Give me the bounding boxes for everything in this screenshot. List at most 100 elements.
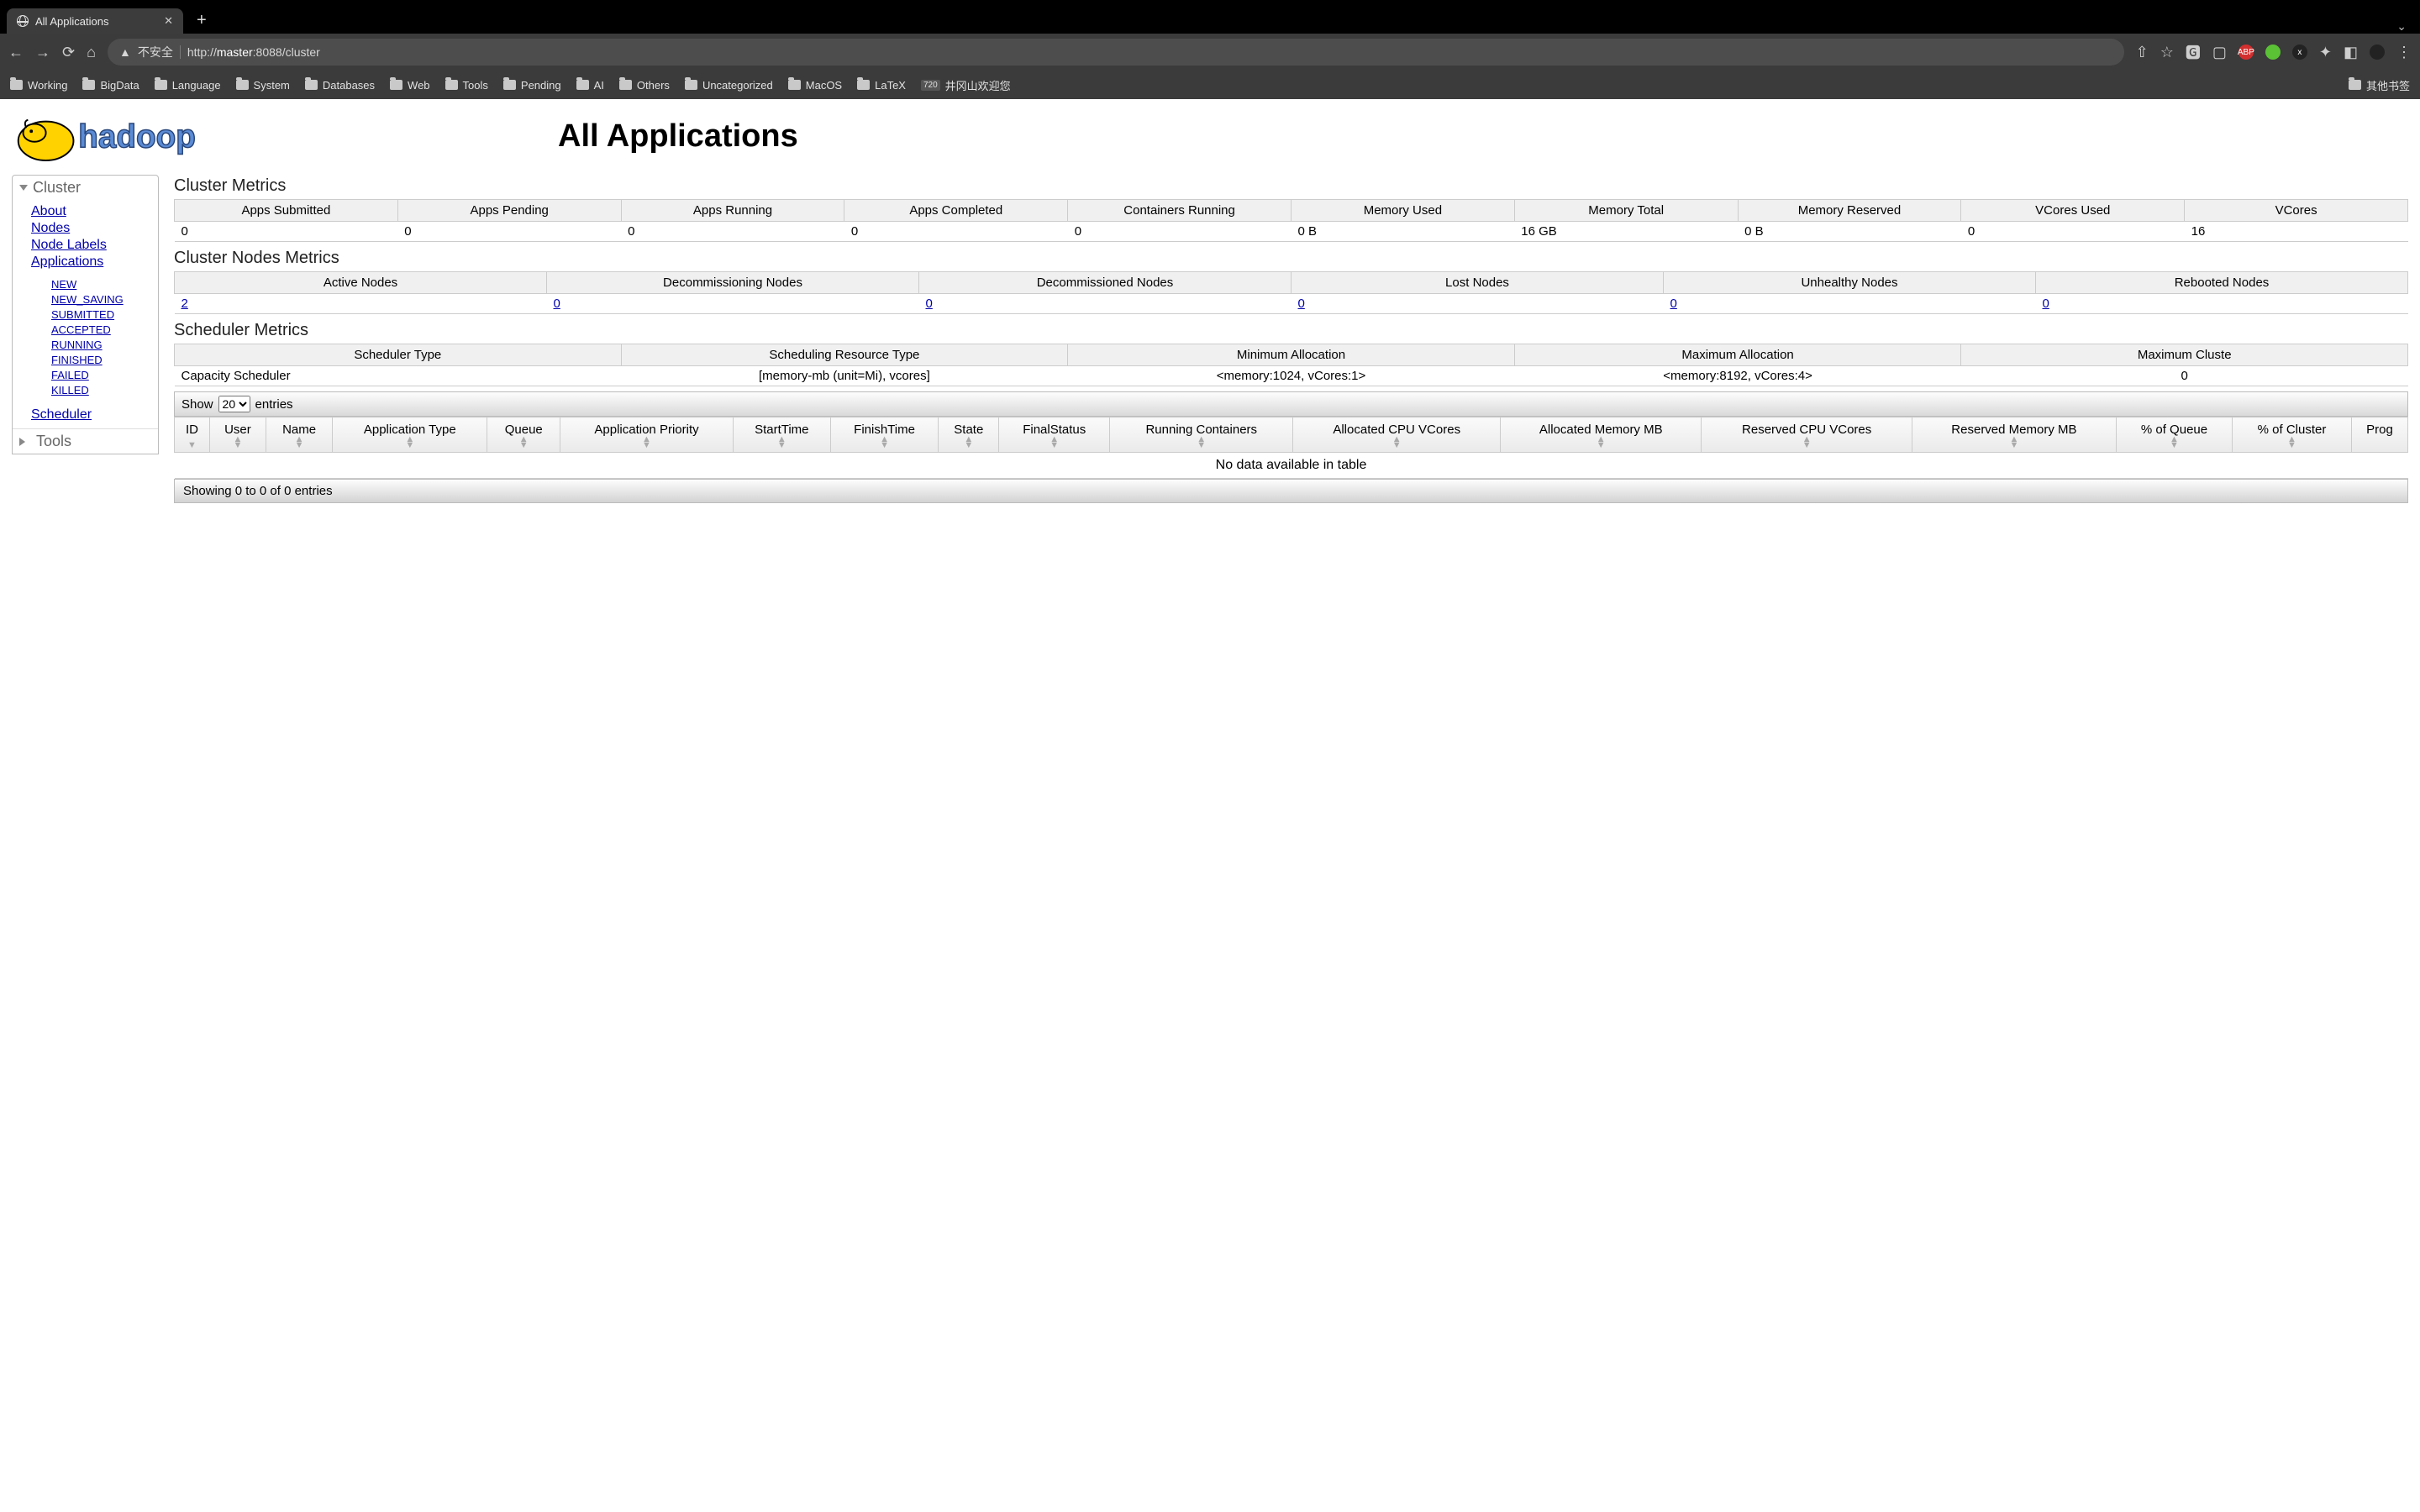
tabs-dropdown-icon[interactable]: ⌄ [2396,19,2407,34]
bookmark-uncategorized[interactable]: Uncategorized [685,79,773,92]
bookmark-latex[interactable]: LaTeX [857,79,906,92]
bookmark-star-icon[interactable]: ☆ [2160,44,2174,61]
th-apps-running[interactable]: Apps Running [621,200,844,222]
th-scheduler-type[interactable]: Scheduler Type [175,344,622,366]
folder-icon [390,80,402,90]
sidebar-appstate-finished[interactable]: FINISHED [51,353,156,368]
page-size-select[interactable]: 20 [218,396,250,412]
th-active-nodes[interactable]: Active Nodes [175,272,547,294]
th-memory-total[interactable]: Memory Total [1514,200,1738,222]
sidebar-appstate-new[interactable]: NEW [51,277,156,292]
th-rebooted-nodes[interactable]: Rebooted Nodes [2036,272,2408,294]
th-memory-reserved[interactable]: Memory Reserved [1738,200,1961,222]
th-apps-submitted[interactable]: Apps Submitted [175,200,398,222]
th-starttime[interactable]: StartTime▲▼ [733,417,830,453]
scheduler-metrics-heading: Scheduler Metrics [174,321,2408,340]
lost-nodes-link[interactable]: 0 [1298,297,1305,311]
sidebar-link-nodelabels[interactable]: Node Labels [31,237,156,254]
reload-button[interactable]: ⟳ [62,44,75,61]
cell: 0 [1961,222,2185,242]
bookmark-language[interactable]: Language [155,79,221,92]
rebooted-nodes-link[interactable]: 0 [2043,297,2049,311]
sidebar-section-tools[interactable]: Tools [13,429,158,454]
bookmark-bigdata[interactable]: BigData [82,79,139,92]
translate-icon[interactable]: 🅶 [2186,41,2201,63]
sidebar-link-scheduler[interactable]: Scheduler [31,407,156,423]
reader-icon[interactable]: ▢ [2212,44,2227,61]
th-pct-queue[interactable]: % of Queue▲▼ [2116,417,2232,453]
sidebar-section-cluster[interactable]: Cluster [13,176,158,200]
th-alloc-mem[interactable]: Allocated Memory MB▲▼ [1501,417,1702,453]
bookmark-others[interactable]: Others [619,79,670,92]
sidebar-appstate-killed[interactable]: KILLED [51,383,156,398]
bookmark-working[interactable]: Working [10,79,67,92]
bookmark-pending[interactable]: Pending [503,79,561,92]
extension-x-icon[interactable]: x [2292,45,2307,60]
menu-icon[interactable]: ⋮ [2396,44,2412,61]
th-vcores-total[interactable]: VCores [2185,200,2408,222]
th-finalstatus[interactable]: FinalStatus▲▼ [999,417,1110,453]
bookmark-jgs[interactable]: 720井冈山欢迎您 [921,77,1011,93]
th-state[interactable]: State▲▼ [939,417,999,453]
forward-button[interactable]: → [35,44,50,61]
bookmark-macos[interactable]: MacOS [788,79,842,92]
decommissioning-nodes-link[interactable]: 0 [554,297,560,311]
bookmark-system[interactable]: System [236,79,290,92]
extension-green-icon[interactable] [2265,45,2281,60]
th-lost-nodes[interactable]: Lost Nodes [1292,272,1664,294]
address-bar[interactable]: ▲ 不安全 http://master:8088/cluster [108,39,2124,66]
sidebar-appstate-failed[interactable]: FAILED [51,368,156,383]
th-apptype[interactable]: Application Type▲▼ [333,417,487,453]
tab-close-icon[interactable]: ✕ [164,14,173,28]
sidebar-link-applications[interactable]: Applications [31,254,156,270]
sidebar-link-about[interactable]: About [31,203,156,220]
th-max-allocation[interactable]: Maximum Allocation [1514,344,1961,366]
th-unhealthy-nodes[interactable]: Unhealthy Nodes [1664,272,2036,294]
th-alloc-vcores[interactable]: Allocated CPU VCores▲▼ [1293,417,1501,453]
bookmark-tools[interactable]: Tools [445,79,488,92]
th-reserved-vcores[interactable]: Reserved CPU VCores▲▼ [1702,417,1912,453]
th-reserved-mem[interactable]: Reserved Memory MB▲▼ [1912,417,2116,453]
new-tab-button[interactable]: + [192,8,212,34]
th-resource-type[interactable]: Scheduling Resource Type [621,344,1068,366]
extensions-icon[interactable]: ✦ [2319,44,2332,61]
sidebar-appstate-running[interactable]: RUNNING [51,338,156,353]
th-running-containers[interactable]: Running Containers▲▼ [1110,417,1293,453]
th-memory-used[interactable]: Memory Used [1291,200,1514,222]
th-apps-pending[interactable]: Apps Pending [397,200,621,222]
th-min-allocation[interactable]: Minimum Allocation [1068,344,1515,366]
th-name[interactable]: Name▲▼ [266,417,332,453]
browser-tab[interactable]: All Applications ✕ [7,8,183,34]
th-queue[interactable]: Queue▲▼ [487,417,560,453]
tab-bar: All Applications ✕ + ⌄ [0,0,2420,34]
active-nodes-link[interactable]: 2 [182,297,188,311]
sidebar-appstate-newsaving[interactable]: NEW_SAVING [51,292,156,307]
th-priority[interactable]: Application Priority▲▼ [560,417,734,453]
th-progress[interactable]: Prog [2351,417,2407,453]
share-icon[interactable]: ⇧ [2136,44,2149,61]
decommissioned-nodes-link[interactable]: 0 [926,297,933,311]
sidebar-appstate-submitted[interactable]: SUBMITTED [51,307,156,323]
bookmark-ai[interactable]: AI [576,79,604,92]
th-max-cluster[interactable]: Maximum Cluste [1961,344,2408,366]
sidebar-link-nodes[interactable]: Nodes [31,220,156,237]
th-pct-cluster[interactable]: % of Cluster▲▼ [2233,417,2352,453]
th-vcores-used[interactable]: VCores Used [1961,200,2185,222]
th-decommissioned-nodes[interactable]: Decommissioned Nodes [919,272,1292,294]
profile-avatar[interactable] [2370,45,2385,60]
th-finishtime[interactable]: FinishTime▲▼ [830,417,939,453]
th-decommissioning-nodes[interactable]: Decommissioning Nodes [547,272,919,294]
th-containers-running[interactable]: Containers Running [1068,200,1292,222]
th-user[interactable]: User▲▼ [209,417,266,453]
sidebar-appstate-accepted[interactable]: ACCEPTED [51,323,156,338]
bookmark-databases[interactable]: Databases [305,79,375,92]
th-id[interactable]: ID▼ [175,417,210,453]
th-apps-completed[interactable]: Apps Completed [844,200,1068,222]
abp-icon[interactable]: ABP [2238,45,2254,60]
home-button[interactable]: ⌂ [87,44,96,61]
bookmark-other-folder[interactable]: 其他书签 [2349,77,2410,93]
unhealthy-nodes-link[interactable]: 0 [1670,297,1677,311]
bookmark-web[interactable]: Web [390,79,430,92]
sidepanel-icon[interactable]: ◧ [2344,44,2358,61]
back-button[interactable]: ← [8,44,24,61]
